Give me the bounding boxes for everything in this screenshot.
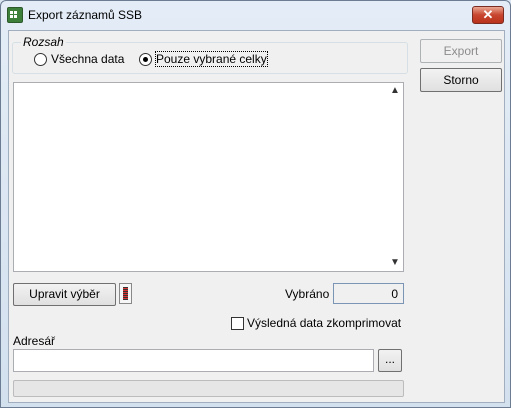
chevron-down-icon[interactable]: ▼ — [387, 255, 403, 271]
selection-list-icon-button[interactable] — [119, 283, 132, 304]
radio-selected-units[interactable]: Pouze vybrané celky — [139, 51, 268, 67]
compress-checkbox-label: Výsledná data zkomprimovat — [247, 316, 402, 330]
title-bar[interactable]: Export záznamů SSB ✕ — [1, 1, 510, 29]
directory-label: Adresář — [13, 334, 56, 348]
selected-count-value: 0 — [333, 283, 404, 304]
radio-selected-units-label: Pouze vybrané celky — [155, 51, 268, 67]
chevron-up-icon[interactable]: ▲ — [387, 83, 403, 99]
app-grid-icon — [7, 7, 23, 23]
checkbox-icon[interactable] — [231, 316, 244, 330]
window-title: Export záznamů SSB — [28, 8, 143, 22]
radio-button-selected-icon[interactable] — [139, 52, 152, 66]
list-scrollbar[interactable]: ▲ ▼ — [387, 83, 403, 271]
range-group-label: Rozsah — [21, 35, 66, 49]
units-listbox[interactable]: ▲ ▼ — [13, 82, 404, 272]
range-group: Rozsah Všechna data Pouze vybrané celky — [12, 35, 408, 74]
compress-checkbox[interactable]: Výsledná data zkomprimovat — [231, 316, 401, 330]
export-button[interactable]: Export — [420, 39, 502, 63]
dialog-client-area: Rozsah Všechna data Pouze vybrané celky … — [8, 30, 505, 403]
close-button[interactable]: ✕ — [472, 6, 504, 24]
export-dialog-window: Export záznamů SSB ✕ Rozsah Všechna data… — [0, 0, 511, 408]
edit-selection-button[interactable]: Upravit výběr — [13, 283, 116, 306]
selected-count-label: Vybráno — [285, 287, 330, 301]
directory-input[interactable] — [13, 349, 374, 372]
radio-button-icon[interactable] — [34, 52, 47, 66]
browse-button[interactable]: ... — [378, 349, 402, 372]
radio-all-data-label: Všechna data — [51, 52, 125, 66]
export-progress-bar — [13, 380, 404, 397]
cancel-button[interactable]: Storno — [420, 68, 502, 92]
radio-all-data[interactable]: Všechna data — [34, 52, 124, 66]
